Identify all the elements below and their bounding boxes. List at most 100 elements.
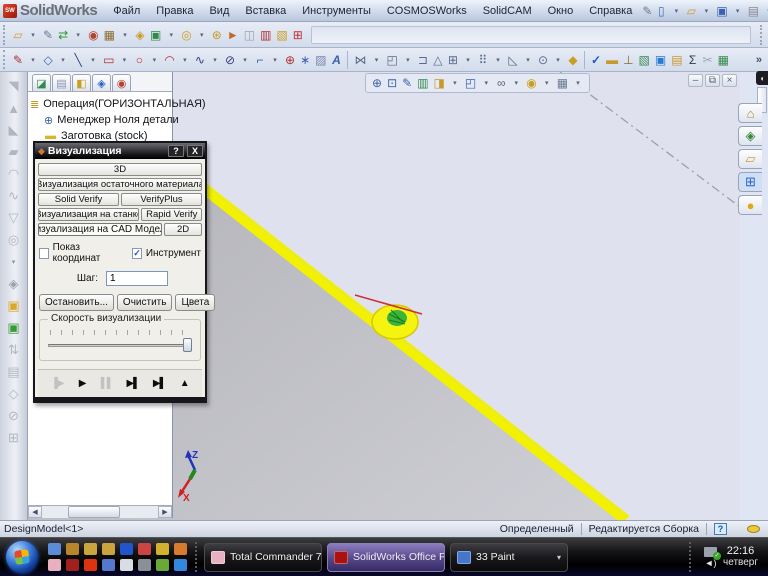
cam-open-icon[interactable]: ▱ xyxy=(11,27,25,43)
hatch-icon[interactable]: ▨ xyxy=(313,52,328,68)
feature-icon[interactable]: ◇ xyxy=(5,386,23,402)
pause-button[interactable]: ▌▌ xyxy=(99,376,115,392)
doc-minimize-button[interactable]: – xyxy=(688,74,703,87)
tree-row[interactable]: ⊕ Менеджер Ноля детали xyxy=(30,112,179,128)
dropdown-arrow[interactable]: ▾ xyxy=(540,75,554,91)
taskbar-clock[interactable]: 22:16 четверг xyxy=(723,545,762,569)
phone-icon[interactable]: ◈ xyxy=(5,276,23,292)
spellcheck-icon[interactable]: ✓ xyxy=(589,52,603,68)
cam-box-icon[interactable]: ▧ xyxy=(274,27,289,43)
scrollbar-track[interactable] xyxy=(42,506,158,518)
menu-solidcam[interactable]: SolidCAM xyxy=(475,3,540,19)
eject-button[interactable]: ▲ xyxy=(177,376,191,392)
quick-launch-icon[interactable] xyxy=(101,543,115,555)
doc-restore-button[interactable]: ⧉ xyxy=(705,74,720,87)
taskpane-library-tab[interactable]: ▱ xyxy=(738,149,762,169)
text-icon[interactable]: A xyxy=(329,52,343,68)
task-paint-group[interactable]: 33 Paint ▾ xyxy=(450,542,568,572)
dropdown-arrow[interactable]: ▾ xyxy=(369,52,383,68)
toolbar-grip[interactable] xyxy=(760,24,765,45)
taskpane-home-tab[interactable]: ⌂ xyxy=(738,103,762,123)
star-icon[interactable]: ∗ xyxy=(298,52,312,68)
ellipse-icon[interactable]: ⊘ xyxy=(223,52,237,68)
colors-button[interactable]: Цвета xyxy=(175,294,216,311)
dropdown-arrow[interactable]: ▾ xyxy=(117,52,131,68)
pattern-icon[interactable]: ⠿ xyxy=(476,52,490,68)
menu-window[interactable]: Окно xyxy=(540,3,582,19)
taskpane-resources-tab[interactable]: ◈ xyxy=(738,126,762,146)
dropdown-arrow[interactable]: ▾ xyxy=(491,52,505,68)
stop-button[interactable]: Остановить... xyxy=(39,294,114,311)
cam-target-icon[interactable]: ◎ xyxy=(179,27,193,43)
sketch-icon[interactable]: ✎ xyxy=(11,52,25,68)
quick-launch-icon[interactable] xyxy=(137,543,151,555)
arc-icon[interactable]: ◠ xyxy=(162,52,176,68)
dialog-help-button[interactable]: ? xyxy=(168,145,184,157)
toolbar-grip[interactable] xyxy=(3,24,8,45)
dialog-titlebar[interactable]: ◆ Визуализация ? X xyxy=(35,143,205,159)
menu-file[interactable]: Файл xyxy=(105,3,148,19)
quick-launch-icon[interactable] xyxy=(155,559,169,571)
speed-slider[interactable] xyxy=(48,338,192,352)
dropdown-arrow[interactable]: ▾ xyxy=(268,52,282,68)
circle-icon[interactable]: ○ xyxy=(132,52,146,68)
quick-launch-icon[interactable] xyxy=(47,559,61,571)
tab-2d[interactable]: 2D xyxy=(164,223,202,236)
task-total-commander[interactable]: Total Commander 7.5... xyxy=(204,542,322,572)
sketch-pencil-icon[interactable]: ✎ xyxy=(640,3,654,19)
rectangle-icon[interactable]: ▭ xyxy=(101,52,116,68)
menu-tools[interactable]: Инструменты xyxy=(294,3,379,19)
tab-host-cad[interactable]: Визуализация на CAD Модели xyxy=(38,223,163,236)
cam-doc-icon[interactable]: ▥ xyxy=(258,27,273,43)
dropdown-arrow[interactable]: ▾ xyxy=(479,75,493,91)
dropdown-arrow[interactable]: ▾ xyxy=(147,52,161,68)
feature-icon[interactable]: ▤ xyxy=(5,364,23,380)
quick-launch-icon[interactable] xyxy=(47,543,61,555)
photo-icon[interactable]: ▧ xyxy=(637,52,652,68)
feature-icon[interactable]: ⊞ xyxy=(5,430,23,446)
feature-icon[interactable]: ▽ xyxy=(5,210,23,226)
tree-horizontal-scrollbar[interactable]: ◀ ▶ xyxy=(28,505,172,518)
feature-icon[interactable]: ∿ xyxy=(5,188,23,204)
cam-settings-icon[interactable]: ⊛ xyxy=(210,27,224,43)
step-input[interactable] xyxy=(106,271,168,286)
scroll-left-button[interactable]: ◀ xyxy=(28,506,42,518)
feature-icon[interactable]: ⇅ xyxy=(5,342,23,358)
dropdown-arrow[interactable]: ▾ xyxy=(571,75,585,91)
scrollbar-thumb[interactable] xyxy=(67,506,120,518)
zoom-fit-icon[interactable]: ⊕ xyxy=(370,75,384,91)
dropdown-arrow[interactable]: ▾ xyxy=(699,3,713,19)
cam-stock-icon[interactable]: ▣ xyxy=(148,27,163,43)
tab-residual-material[interactable]: Визуализация остаточного материала xyxy=(38,178,202,191)
feature-icon[interactable]: ◎ xyxy=(5,232,23,248)
menu-edit[interactable]: Правка xyxy=(148,3,201,19)
feature-icon[interactable]: ◣ xyxy=(5,122,23,138)
dropdown-arrow[interactable]: ▾ xyxy=(401,52,415,68)
tab-solid-verify[interactable]: Solid Verify xyxy=(38,193,119,206)
task-dropdown-arrow[interactable]: ▾ xyxy=(557,553,561,562)
dropdown-arrow[interactable]: ▾ xyxy=(448,75,462,91)
lightning-icon[interactable]: ◆ xyxy=(566,52,580,68)
view-orientation-icon[interactable]: ∞ xyxy=(494,75,508,91)
check-icon[interactable]: ▣ xyxy=(653,52,668,68)
tab-machine-simulation[interactable]: Визуализация на станке xyxy=(38,208,140,221)
dropdown-arrow[interactable]: ▾ xyxy=(86,52,100,68)
rotate-view-icon[interactable]: ▥ xyxy=(415,75,430,91)
dropdown-arrow[interactable]: ▾ xyxy=(208,52,222,68)
clear-button[interactable]: Очистить xyxy=(116,294,173,311)
dropdown-arrow[interactable]: ▾ xyxy=(5,254,23,270)
dropdown-arrow[interactable]: ▾ xyxy=(731,3,745,19)
trim-gray-icon[interactable]: ✂ xyxy=(701,52,715,68)
dropdown-arrow[interactable]: ▾ xyxy=(461,52,475,68)
flip-icon[interactable]: ⊐ xyxy=(416,52,430,68)
cam-post-icon[interactable]: ► xyxy=(225,27,241,43)
circle-dot-icon[interactable]: ⊙ xyxy=(536,52,550,68)
taskpane-ball-tab[interactable]: ● xyxy=(738,195,762,215)
feature-icon[interactable]: ◠ xyxy=(5,166,23,182)
menu-insert[interactable]: Вставка xyxy=(237,3,294,19)
cam-add-icon[interactable]: ⊞ xyxy=(291,27,305,43)
quick-launch-icon[interactable] xyxy=(155,543,169,555)
table-icon[interactable]: ▦ xyxy=(716,52,731,68)
quick-launch-icon[interactable] xyxy=(83,543,97,555)
network-status-icon[interactable] xyxy=(704,546,721,560)
